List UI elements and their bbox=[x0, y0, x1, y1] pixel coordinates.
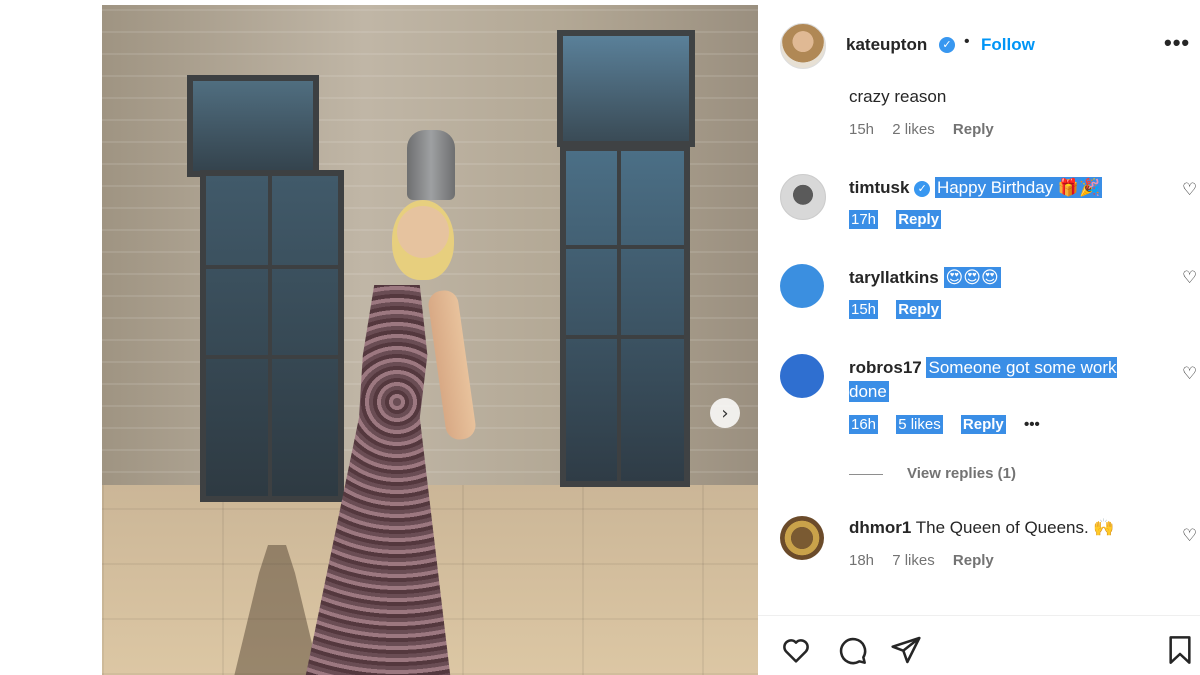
comment-text: Happy Birthday 🎁🎉 bbox=[934, 177, 1103, 198]
comment-username[interactable]: robros17 bbox=[849, 358, 922, 377]
more-options-button[interactable]: ••• bbox=[1164, 30, 1190, 56]
comment-username[interactable]: taryllatkins bbox=[849, 268, 939, 287]
comment-text: The Queen of Queens. 🙌 bbox=[915, 518, 1115, 537]
comment-username[interactable]: timtusk bbox=[849, 178, 909, 197]
divider bbox=[758, 615, 1200, 616]
wall-lamp bbox=[407, 130, 455, 200]
comments-list[interactable]: crazy reason 15h 2 likes Reply timtusk ✓… bbox=[758, 80, 1200, 615]
avatar[interactable] bbox=[780, 174, 826, 220]
avatar[interactable] bbox=[780, 23, 826, 69]
post-side-panel: kateupton ✓ • Follow ••• crazy reason 15… bbox=[758, 0, 1200, 675]
comment-text: crazy reason bbox=[849, 87, 947, 106]
verified-badge-icon: ✓ bbox=[914, 180, 931, 197]
comment-likes[interactable]: 5 likes bbox=[896, 415, 943, 434]
reply-button[interactable]: Reply bbox=[896, 300, 942, 319]
comment-likes[interactable]: 7 likes bbox=[892, 552, 935, 569]
woman-head bbox=[392, 200, 454, 280]
reply-button[interactable]: Reply bbox=[896, 210, 942, 229]
door-window bbox=[200, 170, 344, 502]
comment-heart-icon[interactable]: ♡ bbox=[1182, 268, 1197, 288]
comment-icon[interactable] bbox=[836, 634, 868, 666]
reply-button[interactable]: Reply bbox=[953, 121, 994, 138]
comment-username[interactable]: dhmor1 bbox=[849, 518, 911, 537]
window bbox=[187, 75, 319, 177]
comment-time[interactable]: 17h bbox=[849, 210, 879, 229]
avatar[interactable] bbox=[780, 354, 824, 398]
post-header: kateupton ✓ • Follow ••• bbox=[758, 0, 1200, 92]
comment-meta: 15h Reply bbox=[849, 300, 955, 319]
comment-time[interactable]: 15h bbox=[849, 121, 874, 138]
reply-button[interactable]: Reply bbox=[953, 552, 994, 569]
chevron-right-icon: › bbox=[721, 402, 729, 424]
door-window bbox=[560, 145, 690, 487]
view-replies-button[interactable]: View replies (1) bbox=[849, 465, 1016, 482]
comment-heart-icon[interactable]: ♡ bbox=[1182, 364, 1197, 384]
comment-meta: 17h Reply bbox=[849, 210, 955, 229]
share-icon[interactable] bbox=[890, 634, 922, 666]
comment-meta: 18h 7 likes Reply bbox=[849, 552, 1008, 569]
comment-time[interactable]: 18h bbox=[849, 552, 874, 569]
comment-likes[interactable]: 2 likes bbox=[892, 121, 935, 138]
follow-button[interactable]: Follow bbox=[981, 35, 1035, 55]
bookmark-icon[interactable] bbox=[1164, 634, 1196, 666]
comment-time[interactable]: 15h bbox=[849, 300, 879, 319]
comment-meta: 16h 5 likes Reply ••• bbox=[849, 415, 1054, 434]
action-bar bbox=[758, 630, 1200, 670]
next-photo-button[interactable]: › bbox=[710, 398, 740, 428]
verified-badge-icon: ✓ bbox=[939, 37, 955, 53]
comment-meta: 15h 2 likes Reply bbox=[849, 121, 1008, 138]
comment-text: 😍😍😍 bbox=[943, 267, 1001, 288]
comment-time[interactable]: 16h bbox=[849, 415, 879, 434]
comment-more-button[interactable]: ••• bbox=[1024, 416, 1040, 433]
reply-button[interactable]: Reply bbox=[960, 415, 1006, 434]
avatar[interactable] bbox=[780, 516, 824, 560]
post-photo: › bbox=[102, 5, 758, 675]
avatar[interactable] bbox=[780, 264, 824, 308]
comment-heart-icon[interactable]: ♡ bbox=[1182, 526, 1197, 546]
comment-heart-icon[interactable]: ♡ bbox=[1182, 180, 1197, 200]
divider-line bbox=[849, 473, 883, 475]
heart-icon[interactable] bbox=[780, 634, 812, 666]
separator-dot: • bbox=[964, 33, 970, 50]
post-author-username[interactable]: kateupton bbox=[846, 35, 927, 55]
window bbox=[557, 30, 695, 147]
